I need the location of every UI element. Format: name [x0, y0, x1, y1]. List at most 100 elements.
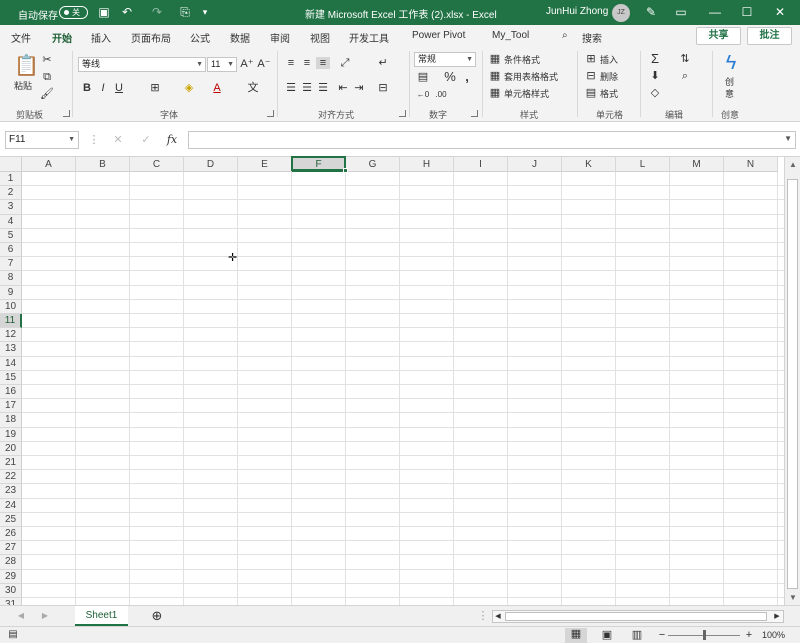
align-top-icon[interactable]: ≡: [284, 57, 298, 69]
number-format-select[interactable]: 常规 ▼: [414, 52, 476, 67]
column-header[interactable]: K: [562, 157, 616, 172]
row-header[interactable]: 19: [0, 427, 22, 442]
comma-style-icon[interactable]: ,: [460, 70, 474, 83]
row-header[interactable]: 17: [0, 399, 22, 414]
conditional-format-icon[interactable]: ▦: [488, 53, 502, 65]
paste-icon[interactable]: 📋: [14, 55, 39, 77]
row-header[interactable]: 26: [0, 527, 22, 542]
find-select-icon[interactable]: ⌕: [678, 70, 692, 82]
bold-icon[interactable]: B: [80, 82, 94, 94]
percent-icon[interactable]: %: [443, 70, 457, 83]
column-header[interactable]: E: [238, 157, 292, 172]
formula-input[interactable]: ▼: [188, 131, 796, 149]
share-button[interactable]: 共享: [696, 27, 741, 45]
row-header[interactable]: 20: [0, 441, 22, 456]
tab-home[interactable]: 开始: [52, 30, 72, 49]
row-header[interactable]: 3: [0, 200, 22, 215]
pen-icon[interactable]: ✎: [644, 5, 658, 19]
accounting-format-icon[interactable]: ▤: [416, 71, 430, 83]
format-cells-button[interactable]: 格式: [600, 87, 618, 100]
customize-toolbar-icon[interactable]: ▾: [198, 5, 212, 19]
scroll-thumb[interactable]: [787, 179, 798, 589]
alignment-launcher-icon[interactable]: [399, 110, 406, 117]
format-painter-icon[interactable]: 🖌: [40, 88, 54, 100]
cancel-icon[interactable]: ✕: [111, 134, 125, 146]
number-launcher-icon[interactable]: [471, 110, 478, 117]
normal-view-icon[interactable]: ▦: [565, 628, 587, 643]
lightning-icon[interactable]: ϟ: [722, 51, 740, 75]
tab-file[interactable]: 文件: [11, 30, 31, 45]
increase-decimal-icon[interactable]: ←0: [416, 89, 430, 101]
row-header[interactable]: 25: [0, 512, 22, 527]
column-header[interactable]: A: [22, 157, 76, 172]
decrease-indent-icon[interactable]: ⇤: [336, 82, 350, 94]
name-box[interactable]: F11 ▼: [5, 131, 79, 149]
avatar[interactable]: JZ: [612, 4, 630, 22]
row-header[interactable]: 4: [0, 214, 22, 229]
font-name-select[interactable]: 等线 ▼: [78, 57, 206, 72]
align-right-icon[interactable]: ☰: [316, 82, 330, 94]
redo-icon[interactable]: ↷: [150, 5, 164, 19]
zoom-slider-thumb[interactable]: [703, 630, 706, 640]
row-header[interactable]: 15: [0, 370, 22, 385]
row-header[interactable]: 22: [0, 470, 22, 485]
paste-label[interactable]: 粘贴: [14, 79, 32, 92]
row-header[interactable]: 24: [0, 498, 22, 513]
tab-view[interactable]: 视图: [310, 30, 330, 45]
autosave-toggle[interactable]: 关: [59, 6, 88, 19]
row-header[interactable]: 6: [0, 243, 22, 258]
row-header[interactable]: 27: [0, 541, 22, 556]
row-header[interactable]: 13: [0, 342, 22, 357]
merge-center-icon[interactable]: ⊟: [376, 82, 390, 94]
insert-cells-button[interactable]: 插入: [600, 53, 618, 66]
autosum-icon[interactable]: Σ: [648, 52, 662, 65]
font-launcher-icon[interactable]: [267, 110, 274, 117]
column-header[interactable]: B: [76, 157, 130, 172]
cut-icon[interactable]: ✂: [40, 54, 54, 66]
fill-icon[interactable]: ⬇: [648, 70, 662, 82]
row-header[interactable]: 14: [0, 356, 22, 371]
search-icon[interactable]: ⌕: [562, 30, 568, 41]
tab-my-tool[interactable]: My_Tool: [492, 30, 529, 41]
row-header[interactable]: 2: [0, 186, 22, 201]
row-header[interactable]: 8: [0, 271, 22, 286]
insert-function-icon[interactable]: fx: [165, 134, 179, 146]
creative-button[interactable]: 创意: [725, 76, 735, 100]
format-cells-icon[interactable]: ▤: [584, 87, 598, 99]
scroll-left-icon[interactable]: ◀: [493, 611, 503, 623]
page-layout-view-icon[interactable]: ▣: [600, 629, 614, 641]
row-header[interactable]: 12: [0, 328, 22, 343]
increase-indent-icon[interactable]: ⇥: [352, 82, 366, 94]
user-name[interactable]: JunHui Zhong: [546, 6, 608, 17]
comments-button[interactable]: 批注: [747, 27, 792, 45]
column-header[interactable]: L: [616, 157, 670, 172]
row-header[interactable]: 18: [0, 413, 22, 428]
add-sheet-icon[interactable]: ⊕: [150, 609, 164, 622]
format-as-table-icon[interactable]: ▦: [488, 70, 502, 82]
tab-power-pivot[interactable]: Power Pivot: [412, 30, 465, 41]
tab-insert[interactable]: 插入: [91, 30, 111, 45]
enter-icon[interactable]: ✓: [139, 134, 153, 146]
search-label[interactable]: 搜索: [582, 30, 602, 45]
row-header[interactable]: 9: [0, 285, 22, 300]
row-header[interactable]: 10: [0, 299, 22, 314]
sheet-tab[interactable]: Sheet1: [75, 606, 128, 626]
column-header[interactable]: I: [454, 157, 508, 172]
column-header[interactable]: M: [670, 157, 724, 172]
column-header[interactable]: D: [184, 157, 238, 172]
close-icon[interactable]: ✕: [772, 3, 788, 21]
column-header[interactable]: C: [130, 157, 184, 172]
scroll-up-icon[interactable]: ▲: [788, 160, 798, 170]
chevron-down-icon[interactable]: ▼: [784, 134, 792, 143]
tab-formulas[interactable]: 公式: [190, 30, 210, 45]
fill-handle[interactable]: [343, 168, 348, 173]
prev-sheet-icon[interactable]: ◀: [14, 610, 28, 622]
font-color-icon[interactable]: A: [210, 82, 224, 94]
row-header[interactable]: 7: [0, 257, 22, 272]
scroll-down-icon[interactable]: ▼: [788, 593, 798, 603]
italic-icon[interactable]: I: [96, 82, 110, 94]
row-header[interactable]: 16: [0, 385, 22, 400]
column-header[interactable]: G: [346, 157, 400, 172]
ribbon-display-icon[interactable]: ▭: [674, 5, 688, 19]
tab-page-layout[interactable]: 页面布局: [131, 30, 171, 45]
